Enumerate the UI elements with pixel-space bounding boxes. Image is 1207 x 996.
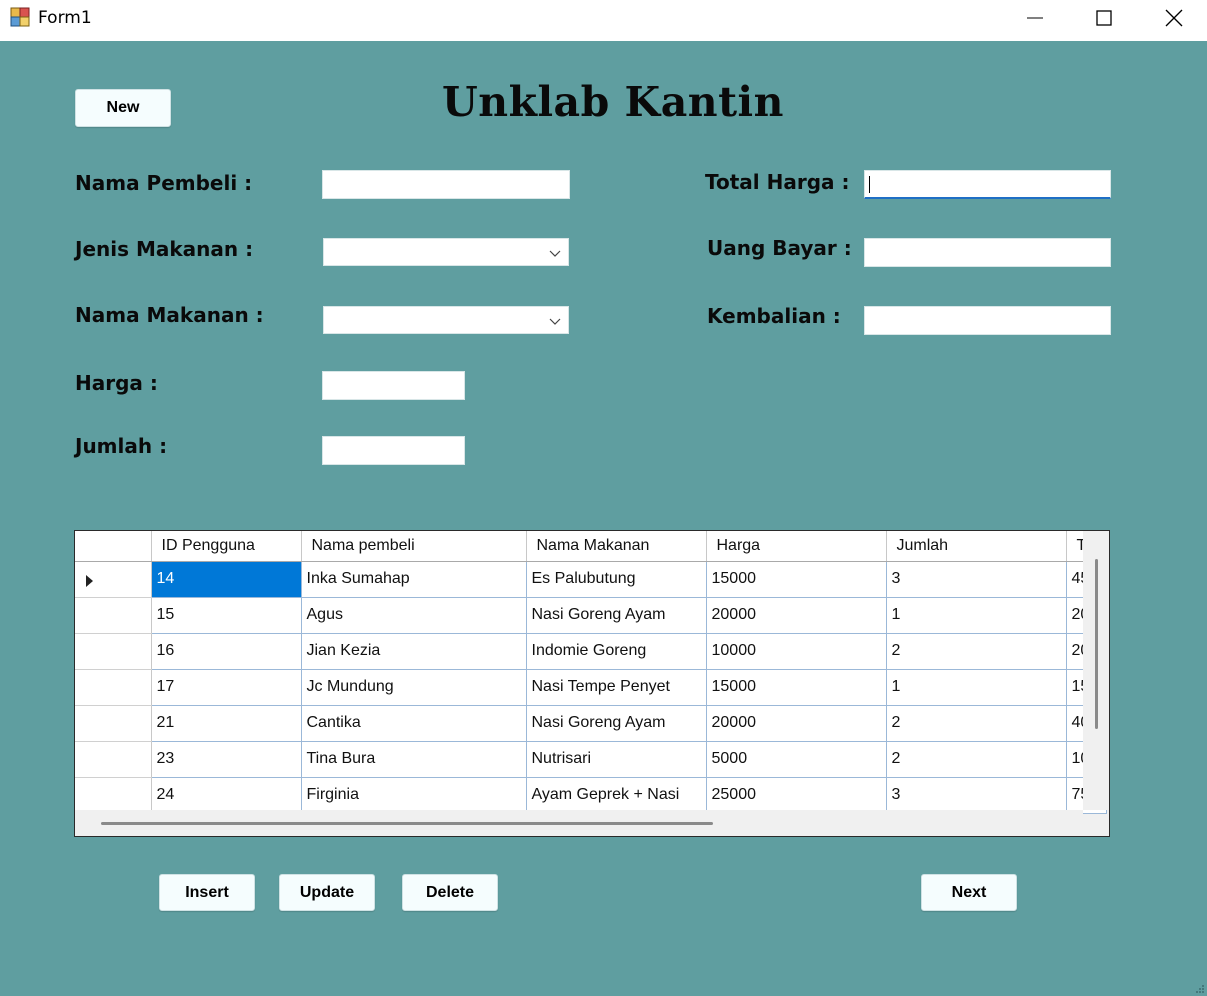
- close-button[interactable]: [1151, 0, 1197, 36]
- update-button[interactable]: Update: [279, 874, 375, 911]
- kembalian-label: Kembalian :: [707, 304, 841, 328]
- table-cell[interactable]: 10000: [706, 633, 887, 670]
- table-cell[interactable]: 1: [886, 597, 1067, 634]
- table-cell[interactable]: Nasi Tempe Penyet: [526, 669, 707, 706]
- table-cell[interactable]: 1: [886, 669, 1067, 706]
- table-cell[interactable]: 25000: [706, 777, 887, 814]
- close-icon: [1165, 9, 1183, 27]
- table-cell[interactable]: Agus: [301, 597, 527, 634]
- horizontal-scroll-thumb[interactable]: [101, 822, 713, 825]
- harga-input[interactable]: [322, 371, 465, 400]
- table-cell[interactable]: Firginia: [301, 777, 527, 814]
- table-cell[interactable]: Es Palubutung: [526, 561, 707, 598]
- nama-makanan-label: Nama Makanan :: [75, 303, 264, 327]
- current-row-indicator-icon: [86, 574, 93, 587]
- table-cell[interactable]: Jian Kezia: [301, 633, 527, 670]
- table-row[interactable]: 15 Agus Nasi Goreng Ayam 20000 1 20: [75, 597, 1107, 634]
- window-title: Form1: [38, 8, 92, 28]
- jenis-makanan-select[interactable]: [323, 238, 569, 266]
- app-icon: [10, 7, 30, 27]
- table-cell[interactable]: 16: [151, 633, 302, 670]
- table-cell[interactable]: Indomie Goreng: [526, 633, 707, 670]
- row-header[interactable]: [75, 633, 152, 670]
- jumlah-label: Jumlah :: [75, 434, 168, 458]
- table-cell[interactable]: 3: [886, 561, 1067, 598]
- column-header[interactable]: Harga: [706, 531, 887, 562]
- nama-pembeli-label: Nama Pembeli :: [75, 171, 253, 195]
- harga-label: Harga :: [75, 371, 158, 395]
- grid-table: ID Pengguna Nama pembeli Nama Makanan Ha…: [75, 531, 1107, 814]
- table-cell[interactable]: 15: [151, 597, 302, 634]
- table-cell[interactable]: 21: [151, 705, 302, 742]
- next-button[interactable]: Next: [921, 874, 1017, 911]
- column-header[interactable]: Jumlah: [886, 531, 1067, 562]
- table-cell[interactable]: 3: [886, 777, 1067, 814]
- table-cell[interactable]: Nasi Goreng Ayam: [526, 597, 707, 634]
- table-row[interactable]: 14 Inka Sumahap Es Palubutung 15000 3 45: [75, 561, 1107, 598]
- new-button[interactable]: New: [75, 89, 171, 127]
- page-title: Unklab Kantin: [442, 78, 784, 126]
- column-header[interactable]: Nama pembeli: [301, 531, 527, 562]
- table-cell[interactable]: Inka Sumahap: [301, 561, 527, 598]
- table-cell[interactable]: 15000: [706, 669, 887, 706]
- row-header[interactable]: [75, 705, 152, 742]
- minimize-icon: [1027, 17, 1043, 19]
- title-bar: Form1: [0, 0, 1207, 41]
- vertical-scroll-thumb[interactable]: [1095, 559, 1098, 729]
- table-row[interactable]: 16 Jian Kezia Indomie Goreng 10000 2 20: [75, 633, 1107, 670]
- column-header[interactable]: Nama Makanan: [526, 531, 707, 562]
- table-cell[interactable]: 2: [886, 633, 1067, 670]
- row-header[interactable]: [75, 777, 152, 814]
- table-cell[interactable]: 2: [886, 741, 1067, 778]
- table-row[interactable]: 24 Firginia Ayam Geprek + Nasi 25000 3 7…: [75, 777, 1107, 814]
- vertical-scrollbar[interactable]: [1083, 531, 1109, 810]
- row-header[interactable]: [75, 561, 152, 598]
- minimize-button[interactable]: [1012, 0, 1058, 36]
- table-cell[interactable]: Jc Mundung: [301, 669, 527, 706]
- total-harga-input[interactable]: [864, 170, 1111, 199]
- uang-bayar-input[interactable]: [864, 238, 1111, 267]
- kembalian-input[interactable]: [864, 306, 1111, 335]
- jumlah-input[interactable]: [322, 436, 465, 465]
- column-header[interactable]: ID Pengguna: [151, 531, 302, 562]
- table-row[interactable]: 23 Tina Bura Nutrisari 5000 2 10: [75, 741, 1107, 778]
- table-cell[interactable]: Nutrisari: [526, 741, 707, 778]
- table-cell[interactable]: 17: [151, 669, 302, 706]
- row-header[interactable]: [75, 741, 152, 778]
- table-row[interactable]: 21 Cantika Nasi Goreng Ayam 20000 2 40: [75, 705, 1107, 742]
- table-cell[interactable]: 5000: [706, 741, 887, 778]
- table-cell[interactable]: 14: [151, 561, 302, 598]
- table-cell[interactable]: 24: [151, 777, 302, 814]
- chevron-down-icon: [549, 250, 561, 257]
- row-header[interactable]: [75, 597, 152, 634]
- table-cell[interactable]: Nasi Goreng Ayam: [526, 705, 707, 742]
- table-cell[interactable]: Cantika: [301, 705, 527, 742]
- maximize-button[interactable]: [1081, 0, 1127, 36]
- uang-bayar-label: Uang Bayar :: [707, 236, 852, 260]
- table-cell[interactable]: 20000: [706, 705, 887, 742]
- data-grid[interactable]: ID Pengguna Nama pembeli Nama Makanan Ha…: [74, 530, 1110, 837]
- table-cell[interactable]: Tina Bura: [301, 741, 527, 778]
- total-harga-label: Total Harga :: [705, 170, 850, 194]
- text-caret: [869, 176, 870, 193]
- row-header[interactable]: [75, 669, 152, 706]
- table-cell[interactable]: 2: [886, 705, 1067, 742]
- horizontal-scrollbar[interactable]: [75, 810, 1083, 836]
- table-cell[interactable]: Ayam Geprek + Nasi: [526, 777, 707, 814]
- delete-button[interactable]: Delete: [402, 874, 498, 911]
- nama-pembeli-input[interactable]: [322, 170, 570, 199]
- grid-header-row: ID Pengguna Nama pembeli Nama Makanan Ha…: [75, 531, 1107, 562]
- nama-makanan-select[interactable]: [323, 306, 569, 334]
- row-header-corner: [75, 531, 152, 562]
- table-cell[interactable]: 15000: [706, 561, 887, 598]
- chevron-down-icon: [549, 318, 561, 325]
- maximize-icon: [1096, 10, 1112, 26]
- table-cell[interactable]: 23: [151, 741, 302, 778]
- table-row[interactable]: 17 Jc Mundung Nasi Tempe Penyet 15000 1 …: [75, 669, 1107, 706]
- jenis-makanan-label: Jenis Makanan :: [75, 237, 254, 261]
- table-cell[interactable]: 20000: [706, 597, 887, 634]
- insert-button[interactable]: Insert: [159, 874, 255, 911]
- resize-grip-icon[interactable]: [1195, 984, 1205, 994]
